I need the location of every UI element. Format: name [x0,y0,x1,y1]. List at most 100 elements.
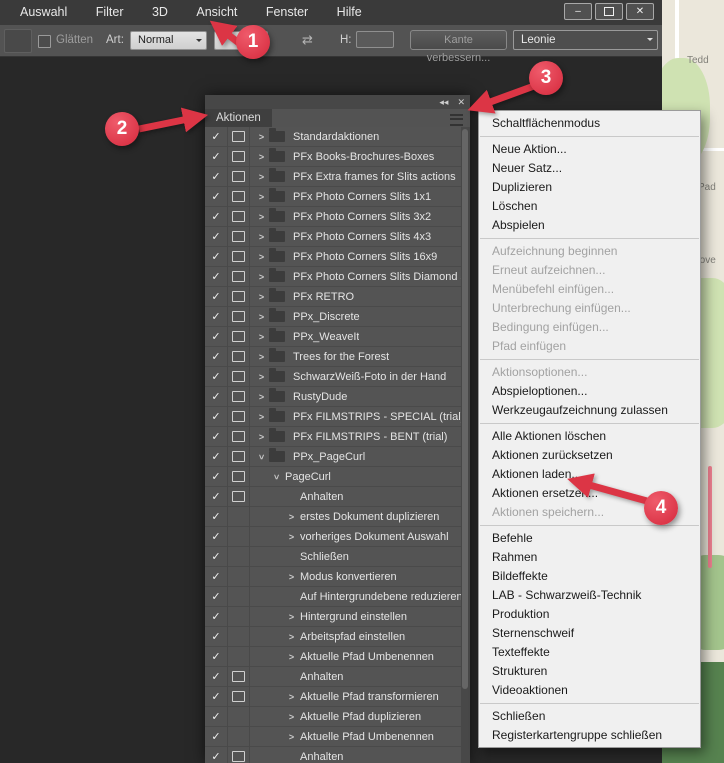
check-toggle-icon[interactable]: ✓ [205,210,227,223]
menubar-item[interactable]: Ansicht [184,0,249,25]
expand-chevron-icon[interactable]: > [255,312,268,322]
expand-chevron-icon[interactable]: > [285,512,298,522]
menu-item[interactable]: Löschen [479,197,700,216]
action-row[interactable]: ✓ > Modus konvertieren [205,567,470,587]
minimize-button[interactable]: – [564,3,592,20]
dialog-toggle-cell[interactable] [227,351,249,362]
action-row[interactable]: ✓ > Aktuelle Pfad duplizieren [205,707,470,727]
close-button[interactable]: ✕ [626,3,654,20]
menu-item[interactable]: Schaltflächenmodus [479,114,700,133]
check-toggle-icon[interactable]: ✓ [205,390,227,403]
dialog-toggle-icon[interactable] [232,671,245,682]
dialog-toggle-cell[interactable] [227,751,249,762]
dialog-toggle-icon[interactable] [232,231,245,242]
dialog-toggle-cell[interactable] [227,451,249,462]
check-toggle-icon[interactable]: ✓ [205,410,227,423]
dialog-toggle-icon[interactable] [232,451,245,462]
check-toggle-icon[interactable]: ✓ [205,590,227,603]
dialog-toggle-icon[interactable] [232,491,245,502]
menubar-item[interactable]: Auswahl [8,0,79,25]
dialog-toggle-cell[interactable] [227,431,249,442]
height-input[interactable] [356,31,394,48]
dialog-toggle-cell[interactable] [227,471,249,482]
dialog-toggle-cell[interactable] [227,191,249,202]
swap-dimensions-icon[interactable]: ⇄ [302,32,313,48]
expand-chevron-icon[interactable]: > [285,732,298,742]
dialog-toggle-icon[interactable] [232,331,245,342]
menu-item[interactable]: Videoaktionen [479,681,700,700]
menu-item[interactable]: Aktionen zurücksetzen [479,446,700,465]
menu-item[interactable]: Strukturen [479,662,700,681]
check-toggle-icon[interactable]: ✓ [205,290,227,303]
check-toggle-icon[interactable]: ✓ [205,470,227,483]
dialog-toggle-icon[interactable] [232,291,245,302]
menubar-item[interactable]: Fenster [254,0,320,25]
action-row[interactable]: ✓ > Auf Hintergrundebene reduzieren [205,587,470,607]
collapse-panel-icon[interactable]: ◂◂ [439,95,448,109]
menu-item[interactable]: Neuer Satz... [479,159,700,178]
check-toggle-icon[interactable]: ✓ [205,530,227,543]
expand-chevron-icon[interactable]: > [255,332,268,342]
expand-chevron-icon[interactable]: > [255,152,268,162]
action-row[interactable]: ✓ > PFx Photo Corners Slits Diamond s... [205,267,470,287]
dialog-toggle-cell[interactable] [227,311,249,322]
dialog-toggle-cell[interactable] [227,331,249,342]
check-toggle-icon[interactable]: ✓ [205,190,227,203]
check-toggle-icon[interactable]: ✓ [205,730,227,743]
expand-chevron-icon[interactable]: > [255,252,268,262]
action-row[interactable]: ✓ > Aktuelle Pfad Umbenennen [205,727,470,747]
action-row[interactable]: ✓ > erstes Dokument duplizieren [205,507,470,527]
dialog-toggle-cell[interactable] [227,371,249,382]
dialog-toggle-icon[interactable] [232,471,245,482]
dialog-toggle-icon[interactable] [232,391,245,402]
action-row[interactable]: ✓ > Anhalten [205,747,470,763]
expand-chevron-icon[interactable]: > [255,212,268,222]
panel-menu-icon[interactable] [450,114,463,126]
action-row[interactable]: ✓ > Aktuelle Pfad transformieren [205,687,470,707]
expand-chevron-icon[interactable]: > [285,572,298,582]
expand-chevron-icon[interactable]: > [255,352,268,362]
action-row[interactable]: ✓ > Aktuelle Pfad Umbenennen [205,647,470,667]
menu-item[interactable]: Registerkartengruppe schließen [479,726,700,745]
check-toggle-icon[interactable]: ✓ [205,150,227,163]
menubar-item[interactable]: Hilfe [325,0,374,25]
expand-chevron-icon[interactable]: > [255,432,268,442]
action-row[interactable]: ✓ > PFx FILMSTRIPS - SPECIAL (trial) [205,407,470,427]
dialog-toggle-icon[interactable] [232,411,245,422]
menu-item[interactable]: Aktionen laden... [479,465,700,484]
action-row[interactable]: ✓ > Trees for the Forest [205,347,470,367]
dialog-toggle-icon[interactable] [232,691,245,702]
menu-item[interactable]: Abspieloptionen... [479,382,700,401]
expand-chevron-icon[interactable]: > [285,532,298,542]
action-row[interactable]: ✓ > vorheriges Dokument Auswahl [205,527,470,547]
expand-chevron-icon[interactable]: > [285,692,298,702]
action-row[interactable]: ✓ > RustyDude [205,387,470,407]
action-row[interactable]: ✓ > SchwarzWeiß-Foto in der Hand [205,367,470,387]
check-toggle-icon[interactable]: ✓ [205,630,227,643]
expand-chevron-icon[interactable]: > [255,132,268,142]
check-toggle-icon[interactable]: ✓ [205,610,227,623]
tab-aktionen[interactable]: Aktionen [205,109,272,127]
check-toggle-icon[interactable]: ✓ [205,750,227,763]
check-toggle-icon[interactable]: ✓ [205,710,227,723]
dialog-toggle-cell[interactable] [227,251,249,262]
action-row[interactable]: ✓ > Anhalten [205,667,470,687]
dialog-toggle-cell[interactable] [227,171,249,182]
action-row[interactable]: ✓ > Hintergrund einstellen [205,607,470,627]
action-row[interactable]: ✓ > Schließen [205,547,470,567]
menu-item[interactable]: Texteffekte [479,643,700,662]
expand-chevron-icon[interactable]: > [255,392,268,402]
check-toggle-icon[interactable]: ✓ [205,450,227,463]
expand-chevron-icon[interactable]: > [255,412,268,422]
check-toggle-icon[interactable]: ✓ [205,130,227,143]
action-row[interactable]: ✓ > Standardaktionen [205,127,470,147]
scrollbar[interactable] [461,127,470,763]
dialog-toggle-cell[interactable] [227,671,249,682]
dialog-toggle-cell[interactable] [227,151,249,162]
check-toggle-icon[interactable]: ✓ [205,270,227,283]
dialog-toggle-icon[interactable] [232,751,245,762]
dialog-toggle-icon[interactable] [232,151,245,162]
check-toggle-icon[interactable]: ✓ [205,330,227,343]
expand-chevron-icon[interactable]: > [285,712,298,722]
smooth-checkbox[interactable] [38,35,51,48]
